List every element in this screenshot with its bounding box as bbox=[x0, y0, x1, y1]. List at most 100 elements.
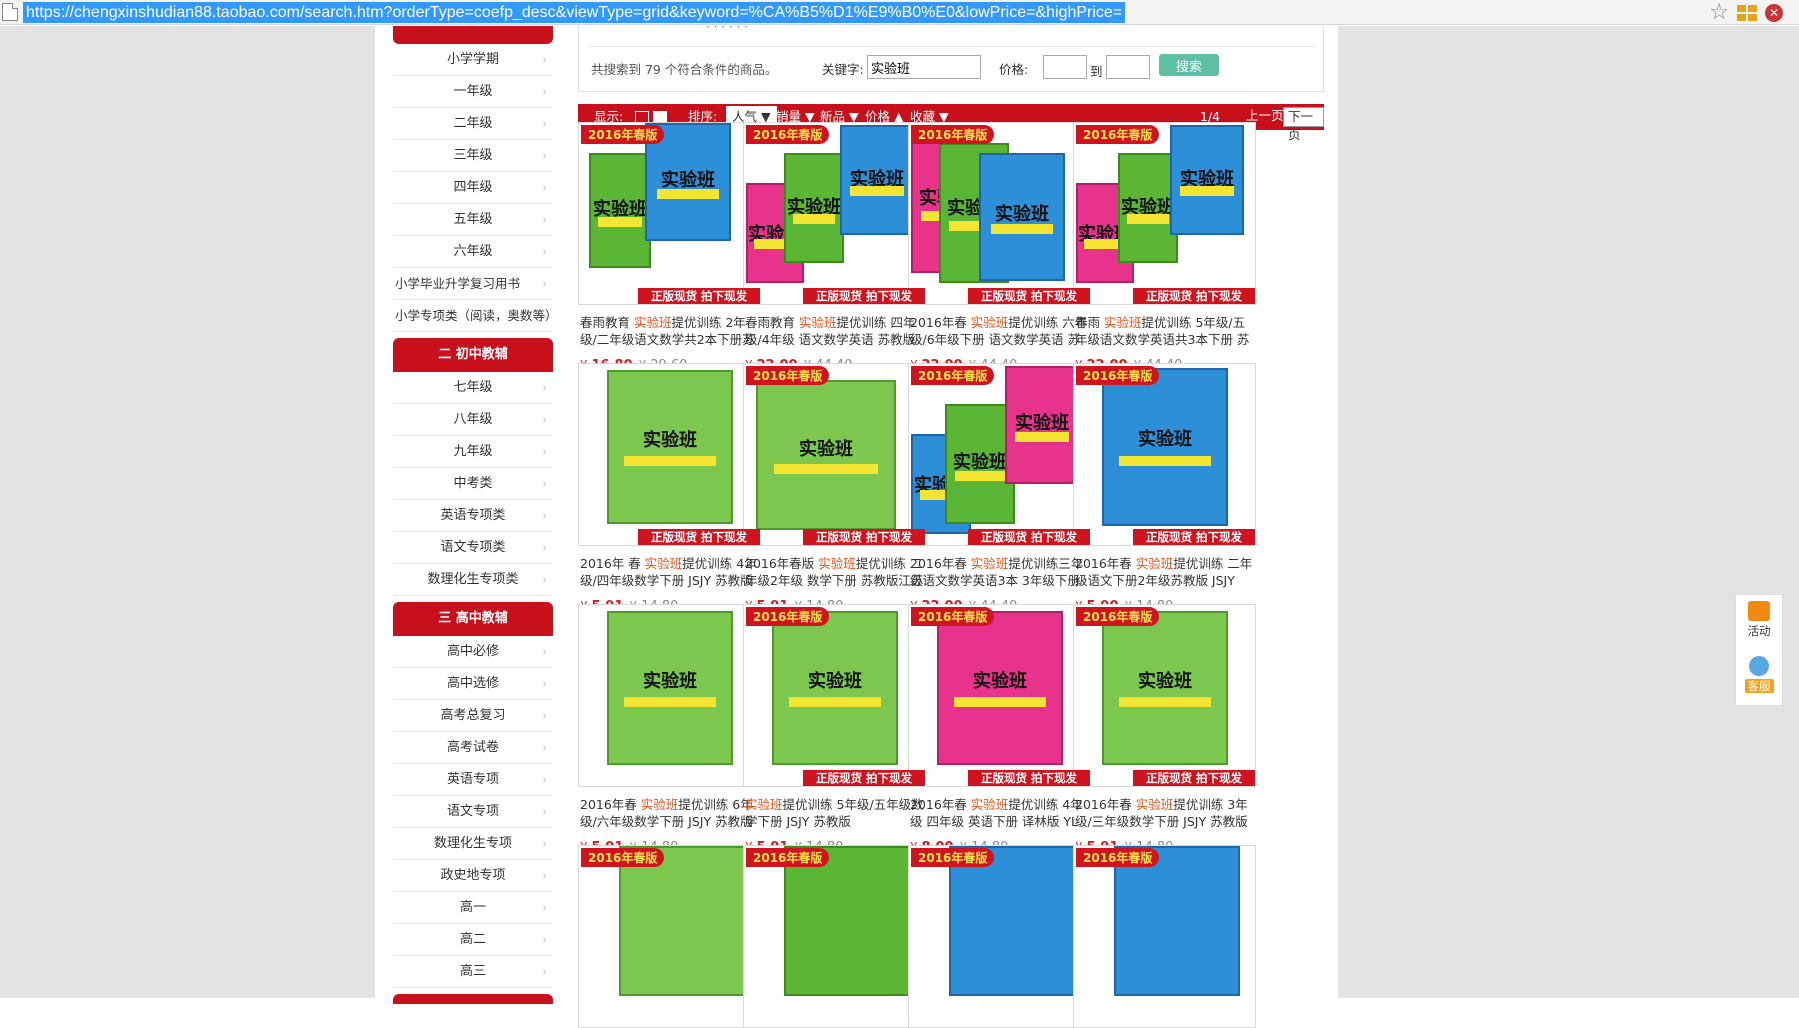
sidebar-item[interactable]: 高考总复习 › bbox=[393, 700, 553, 732]
product-image[interactable]: 实验班 实验班 2016年春版 正版现货 拍下现发 bbox=[578, 122, 761, 305]
sidebar-item[interactable]: 小学学期 › bbox=[393, 44, 553, 76]
product-card[interactable]: 2016年春版 bbox=[743, 845, 926, 1028]
sidebar-item[interactable]: 高三 › bbox=[393, 956, 553, 988]
sidebar-item[interactable]: 高考试卷 › bbox=[393, 732, 553, 764]
product-card[interactable]: 实验班 2016年春版 正版现货 拍下现发实验班提优训练 5年级/五年级数学下册 J… bbox=[743, 604, 926, 855]
sidebar-item[interactable]: 英语专项类 › bbox=[393, 500, 553, 532]
edition-ribbon: 2016年春版 bbox=[581, 125, 665, 144]
sidebar-item-label: 小学毕业升学复习用书 bbox=[395, 276, 521, 291]
product-image[interactable]: 实验班 2016年春版 正版现货 拍下现发 bbox=[1073, 363, 1256, 546]
category-header-next[interactable] bbox=[393, 994, 553, 1004]
promo-banner: 正版现货 拍下现发 bbox=[968, 770, 1090, 786]
bookmark-star-icon[interactable]: ☆ bbox=[1709, 1, 1729, 24]
product-title[interactable]: 春雨教育 实验班提优训练 2年级/二年级语文数学共2本下册苏 bbox=[578, 314, 761, 348]
product-card[interactable]: 实验班 实验班 2016年春版 正版现货 拍下现发春雨教育 实验班提优训练 2年级/二… bbox=[578, 122, 761, 373]
customer-service-button[interactable]: 客服 bbox=[1736, 650, 1782, 705]
low-price-input[interactable] bbox=[1043, 55, 1087, 79]
product-card[interactable]: 2016年春版 bbox=[908, 845, 1091, 1028]
product-title[interactable]: 2016年春 实验班提优训练三年级语文数学英语3本 3年级下册苏 bbox=[908, 555, 1091, 589]
sidebar-item[interactable]: 语文专项 › bbox=[393, 796, 553, 828]
product-title[interactable]: 2016年 春 实验班提优训练 4年级/四年级数学下册 JSJY 苏教版 bbox=[578, 555, 761, 589]
promo-banner: 正版现货 拍下现发 bbox=[638, 529, 760, 545]
product-image[interactable]: 实验班实验班实验班2016年春版正版现货 拍下现发 bbox=[743, 122, 926, 305]
product-image[interactable]: 实验班 bbox=[578, 604, 761, 787]
product-card[interactable]: 实验班 2016年春版 正版现货 拍下现发 2016年春 实验班提优训练 3年级/三年… bbox=[1073, 604, 1256, 855]
product-card[interactable]: 实验班 2016年春版 正版现货 拍下现发 2016年春版 实验班提优训练 二年级2年… bbox=[743, 363, 926, 614]
product-title[interactable]: 春雨 实验班提优训练 5年级/五年级语文数学英语共3本下册 苏 bbox=[1073, 314, 1256, 348]
product-image[interactable]: 2016年春版 bbox=[908, 845, 1091, 1028]
product-card[interactable]: 实验班 实验班 实验班 2016年春版 正版现货 拍下现发春雨 实验班提优训练 5年级/… bbox=[1073, 122, 1256, 373]
category-group-senior: 高中必修 › 高中选修 › 高考总复习 › 高考试卷 › 英语专项 › 语文专项 › 数理化生专项 › 政史… bbox=[393, 636, 553, 988]
sidebar-item[interactable]: 数理化生专项类 › bbox=[393, 564, 553, 596]
extension-icon[interactable]: ✕ bbox=[1765, 3, 1783, 22]
chevron-right-icon: › bbox=[542, 149, 547, 163]
apps-icon[interactable] bbox=[1737, 4, 1757, 21]
sidebar-item[interactable]: 四年级 › bbox=[393, 172, 553, 204]
product-image[interactable]: 2016年春版 bbox=[743, 845, 926, 1028]
product-title[interactable]: 2016年春 实验班提优训练 6年级/六年级数学下册 JSJY 苏教版 bbox=[578, 796, 761, 830]
product-image[interactable]: 实验班实验班实验班2016年春版正版现货 拍下现发 bbox=[1073, 122, 1256, 305]
edition-ribbon: 2016年春版 bbox=[1076, 848, 1160, 867]
product-card[interactable]: 实验班 2016年春版 正版现货 拍下现发 2016年春 实验班提优训练 4年级 四年… bbox=[908, 604, 1091, 855]
product-image[interactable]: 2016年春版 bbox=[1073, 845, 1256, 1028]
sidebar-item[interactable]: 二年级 › bbox=[393, 108, 553, 140]
product-title[interactable]: 2016年春 实验班提优训练 二年级语文下册2年级苏教版 JSJY bbox=[1073, 555, 1256, 589]
category-header-primary[interactable] bbox=[393, 26, 553, 44]
product-card[interactable]: 2016年春版 bbox=[578, 845, 761, 1028]
sidebar-item[interactable]: 七年级 › bbox=[393, 372, 553, 404]
sidebar-item[interactable]: 高中必修 › bbox=[393, 636, 553, 668]
book-cover-stripe bbox=[1118, 456, 1212, 467]
address-bar[interactable]: https://chengxinshudian88.taobao.com/sea… bbox=[0, 0, 1799, 25]
sidebar-item[interactable]: 一年级 › bbox=[393, 76, 553, 108]
product-image[interactable]: 实验班 2016年春版 正版现货 拍下现发 bbox=[743, 363, 926, 546]
url-text[interactable]: https://chengxinshudian88.taobao.com/sea… bbox=[23, 1, 1126, 23]
product-card[interactable]: 2016年春版 bbox=[1073, 845, 1256, 1028]
activity-button[interactable]: 活动 bbox=[1736, 595, 1782, 650]
sidebar-item[interactable]: 八年级 › bbox=[393, 404, 553, 436]
sidebar-item[interactable]: 政史地专项 › bbox=[393, 860, 553, 892]
sidebar-item[interactable]: 高一 › bbox=[393, 892, 553, 924]
sidebar-item[interactable]: 三年级 › bbox=[393, 140, 553, 172]
product-card[interactable]: 实验班 实验班 实验班 2016年春版 正版现货 拍下现发 2016年春 实验班提优训练三… bbox=[908, 363, 1091, 614]
sidebar-item[interactable]: 数理化生专项 › bbox=[393, 828, 553, 860]
next-page-button[interactable]: 下一页 bbox=[1283, 107, 1324, 142]
product-card[interactable]: 实验班 2016年春版 正版现货 拍下现发 2016年春 实验班提优训练 二年级语文下… bbox=[1073, 363, 1256, 614]
sidebar-item[interactable]: 九年级 › bbox=[393, 436, 553, 468]
product-title[interactable]: 2016年春 实验班提优训练 4年级 四年级 英语下册 译林版 YL bbox=[908, 796, 1091, 830]
product-title[interactable]: 春雨教育 实验班提优训练 四年级/4年级 语文数学英语 苏教版 bbox=[743, 314, 926, 348]
category-header-senior[interactable]: 三 高中教辅 bbox=[393, 602, 553, 636]
sidebar-item[interactable]: 小学专项类（阅读，奥数等） › bbox=[393, 300, 558, 332]
search-button[interactable]: 搜索 bbox=[1159, 54, 1219, 76]
product-title[interactable]: 2016年春 实验班提优训练 六年级/6年级下册 语文数学英语 苏 bbox=[908, 314, 1091, 348]
sidebar-item[interactable]: 中考类 › bbox=[393, 468, 553, 500]
product-title[interactable]: 2016年春版 实验班提优训练 二年级2年级 数学下册 苏教版江苏 bbox=[743, 555, 926, 589]
product-image[interactable]: 2016年春版 bbox=[578, 845, 761, 1028]
sidebar-item[interactable]: 语文专项类 › bbox=[393, 532, 553, 564]
sidebar-item[interactable]: 英语专项 › bbox=[393, 764, 553, 796]
sidebar-item-label: 高中选修 bbox=[446, 676, 499, 691]
sidebar-item[interactable]: 高中选修 › bbox=[393, 668, 553, 700]
product-card[interactable]: 实验班 正版现货 拍下现发 2016年 春 实验班提优训练 4年级/四年级数学下册 … bbox=[578, 363, 761, 614]
book-cover-stripe bbox=[788, 697, 882, 707]
sidebar-item[interactable]: 高二 › bbox=[393, 924, 553, 956]
category-header-junior[interactable]: 二 初中教辅 bbox=[393, 338, 553, 372]
keyword-input[interactable] bbox=[867, 55, 981, 79]
product-title[interactable]: 实验班提优训练 5年级/五年级数学下册 JSJY 苏教版 bbox=[743, 796, 926, 830]
sidebar-item[interactable]: 六年级 › bbox=[393, 236, 553, 268]
product-image[interactable]: 实验班 正版现货 拍下现发 bbox=[578, 363, 761, 546]
breadcrumb[interactable]: · · · · · · bbox=[706, 20, 748, 34]
sidebar-item[interactable]: 五年级 › bbox=[393, 204, 553, 236]
product-image[interactable]: 实验班实验班实验班2016年春版正版现货 拍下现发 bbox=[908, 363, 1091, 546]
sidebar-item-label: 一年级 bbox=[453, 84, 493, 99]
product-title[interactable]: 2016年春 实验班提优训练 3年级/三年级数学下册 JSJY 苏教版 bbox=[1073, 796, 1256, 830]
high-price-input[interactable] bbox=[1106, 55, 1150, 79]
product-image[interactable]: 实验班 2016年春版 正版现货 拍下现发 bbox=[743, 604, 926, 787]
product-card[interactable]: 实验班2016年春 实验班提优训练 6年级/六年级数学下册 JSJY 苏教版¥ … bbox=[578, 604, 761, 855]
book-cover: 实验班 bbox=[772, 611, 898, 765]
product-image[interactable]: 实验班实验班实验班2016年春版正版现货 拍下现发 bbox=[908, 122, 1091, 305]
product-image[interactable]: 实验班 2016年春版 正版现货 拍下现发 bbox=[1073, 604, 1256, 787]
product-image[interactable]: 实验班 2016年春版 正版现货 拍下现发 bbox=[908, 604, 1091, 787]
sidebar-item[interactable]: 小学毕业升学复习用书 › bbox=[393, 268, 553, 300]
product-card[interactable]: 实验班实验班实验班2016年春版正版现货 拍下现发 2016年春 实验班提优训练 … bbox=[908, 122, 1091, 373]
product-card[interactable]: 实验班 实验班 实验班 2016年春版 正版现货 拍下现发春雨教育 实验班提优训练 四年… bbox=[743, 122, 926, 373]
